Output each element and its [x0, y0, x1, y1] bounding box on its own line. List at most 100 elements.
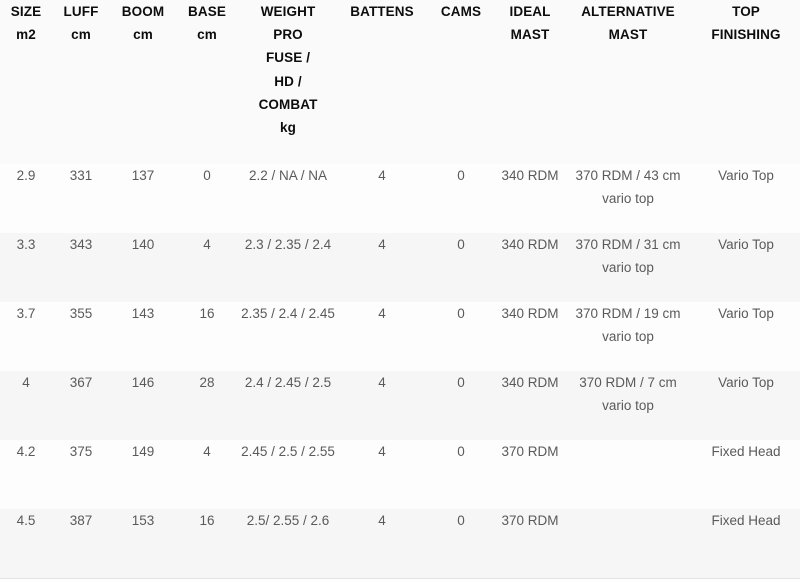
cell-ideal-mast: 370 RDM	[496, 509, 564, 579]
column-header-luff: LUFF cm	[52, 0, 110, 164]
cell-alternative-mast	[564, 440, 692, 509]
cell-base: 28	[199, 375, 215, 390]
cell-luff: 367	[69, 375, 93, 390]
column-header-boom-line-2: cm	[133, 27, 153, 43]
cell-battens: 4	[378, 306, 386, 321]
cell-base: 4	[203, 444, 211, 459]
cell-weight: 2.5/ 2.55 / 2.6	[238, 509, 338, 579]
cell-size: 4	[22, 375, 30, 390]
cell-boom: 146	[131, 375, 155, 390]
cell-size: 2.9	[16, 168, 36, 183]
column-header-weight-line-4: HD /	[274, 73, 302, 89]
cell-cams: 0	[457, 306, 465, 321]
cell-alternative-mast: 370 RDM / 19 cm vario top	[575, 306, 681, 345]
cell-top-finishing: Fixed Head	[711, 444, 781, 459]
sail-specifications-table: SIZE m2 LUFF cm BOOM cm BASE cm WEIGHT P…	[0, 0, 800, 579]
cell-cams: 0	[457, 168, 465, 183]
cell-ideal-mast: 340 RDM	[501, 306, 559, 321]
table-header-row: SIZE m2 LUFF cm BOOM cm BASE cm WEIGHT P…	[0, 0, 800, 164]
cell-boom: 143	[131, 306, 155, 321]
column-header-base-line-2: cm	[197, 27, 217, 43]
cell-cams: 0	[457, 375, 465, 390]
table-row: 4.5 387 153 16 2.5/ 2.55 / 2.6 4 0 370 R…	[0, 509, 800, 579]
column-header-alternative-mast: ALTERNATIVE MAST	[564, 0, 692, 164]
cell-base: 0	[203, 168, 211, 183]
cell-battens: 4	[338, 509, 426, 579]
sail-specifications-panel: SIZE m2 LUFF cm BOOM cm BASE cm WEIGHT P…	[0, 0, 800, 582]
cell-boom: 153	[110, 509, 176, 579]
table-header: SIZE m2 LUFF cm BOOM cm BASE cm WEIGHT P…	[0, 0, 800, 164]
column-header-size-line-2: m2	[16, 27, 36, 43]
column-header-base: BASE cm	[176, 0, 238, 164]
column-header-battens-line-1: BATTENS	[350, 4, 414, 19]
cell-luff: 331	[69, 168, 93, 183]
table-row: 3.3 343 140 4 2.3 / 2.35 / 2.4 4 0 340 R…	[0, 233, 800, 302]
column-header-cams-line-1: CAMS	[440, 4, 482, 19]
column-header-weight: WEIGHT PRO FUSE / HD / COMBAT kg	[238, 0, 338, 164]
column-header-weight-line-1: WEIGHT	[260, 4, 316, 19]
cell-top-finishing: Fixed Head	[692, 509, 800, 579]
column-header-luff-line-2: cm	[71, 27, 91, 43]
cell-base: 16	[176, 509, 238, 579]
cell-weight: 2.35 / 2.4 / 2.45	[241, 306, 335, 321]
cell-battens: 4	[378, 237, 386, 252]
cell-weight: 2.45 / 2.5 / 2.55	[241, 444, 335, 459]
column-header-weight-line-3: FUSE /	[265, 50, 311, 66]
column-header-weight-line-2: PRO	[273, 27, 303, 43]
column-header-cams: CAMS	[426, 0, 496, 164]
table-row: 2.9 331 137 0 2.2 / NA / NA 4 0 340 RDM …	[0, 164, 800, 233]
cell-size: 3.7	[16, 306, 36, 321]
cell-size: 4.2	[16, 444, 36, 459]
cell-cams: 0	[457, 444, 465, 459]
column-header-boom: BOOM cm	[110, 0, 176, 164]
column-header-size: SIZE m2	[0, 0, 52, 164]
cell-top-finishing: Vario Top	[718, 168, 774, 183]
table-row: 4 367 146 28 2.4 / 2.45 / 2.5 4 0 340 RD…	[0, 371, 800, 440]
column-header-luff-line-1: LUFF	[63, 4, 99, 19]
cell-top-finishing: Vario Top	[718, 375, 774, 390]
cell-size: 3.3	[16, 237, 36, 252]
column-header-boom-line-1: BOOM	[121, 4, 165, 19]
column-header-top-finishing-line-2: FINISHING	[711, 27, 781, 43]
table-row: 3.7 355 143 16 2.35 / 2.4 / 2.45 4 0 340…	[0, 302, 800, 371]
cell-size: 4.5	[0, 509, 52, 579]
cell-alternative-mast: 370 RDM / 43 cm vario top	[575, 168, 681, 207]
column-header-top-finishing-line-1: TOP	[732, 4, 760, 19]
cell-ideal-mast: 370 RDM	[501, 444, 559, 459]
column-header-alternative-mast-line-2: MAST	[608, 27, 648, 43]
cell-base: 16	[199, 306, 215, 321]
cell-ideal-mast: 340 RDM	[501, 237, 559, 252]
cell-luff: 355	[69, 306, 93, 321]
cell-battens: 4	[378, 375, 386, 390]
column-header-alternative-mast-line-1: ALTERNATIVE	[581, 4, 675, 19]
cell-cams: 0	[457, 237, 465, 252]
cell-alternative-mast: 370 RDM / 31 cm vario top	[575, 237, 681, 276]
column-header-ideal-mast-line-1: IDEAL	[509, 4, 551, 19]
cell-ideal-mast: 340 RDM	[501, 168, 559, 183]
cell-luff: 375	[69, 444, 93, 459]
column-header-weight-line-5: COMBAT	[258, 96, 318, 112]
column-header-ideal-mast-line-2: MAST	[510, 27, 550, 43]
cell-weight: 2.4 / 2.45 / 2.5	[244, 375, 332, 390]
cell-battens: 4	[378, 444, 386, 459]
cell-base: 4	[203, 237, 211, 252]
column-header-size-line-1: SIZE	[10, 4, 42, 19]
cell-battens: 4	[378, 168, 386, 183]
cell-ideal-mast: 340 RDM	[501, 375, 559, 390]
column-header-battens: BATTENS	[338, 0, 426, 164]
cell-alternative-mast: 370 RDM / 7 cm vario top	[579, 375, 677, 414]
column-header-weight-line-6: kg	[280, 120, 296, 136]
table-row: 4.2 375 149 4 2.45 / 2.5 / 2.55 4 0 370 …	[0, 440, 800, 509]
cell-cams: 0	[426, 509, 496, 579]
cell-luff: 387	[52, 509, 110, 579]
column-header-top-finishing: TOP FINISHING	[692, 0, 800, 164]
column-header-ideal-mast: IDEAL MAST	[496, 0, 564, 164]
cell-luff: 343	[69, 237, 93, 252]
cell-weight: 2.3 / 2.35 / 2.4	[244, 237, 332, 252]
cell-boom: 137	[131, 168, 155, 183]
cell-top-finishing: Vario Top	[718, 306, 774, 321]
cell-alternative-mast	[564, 509, 692, 579]
column-header-base-line-1: BASE	[188, 4, 226, 19]
cell-weight: 2.2 / NA / NA	[248, 168, 328, 183]
table-body: 2.9 331 137 0 2.2 / NA / NA 4 0 340 RDM …	[0, 164, 800, 579]
